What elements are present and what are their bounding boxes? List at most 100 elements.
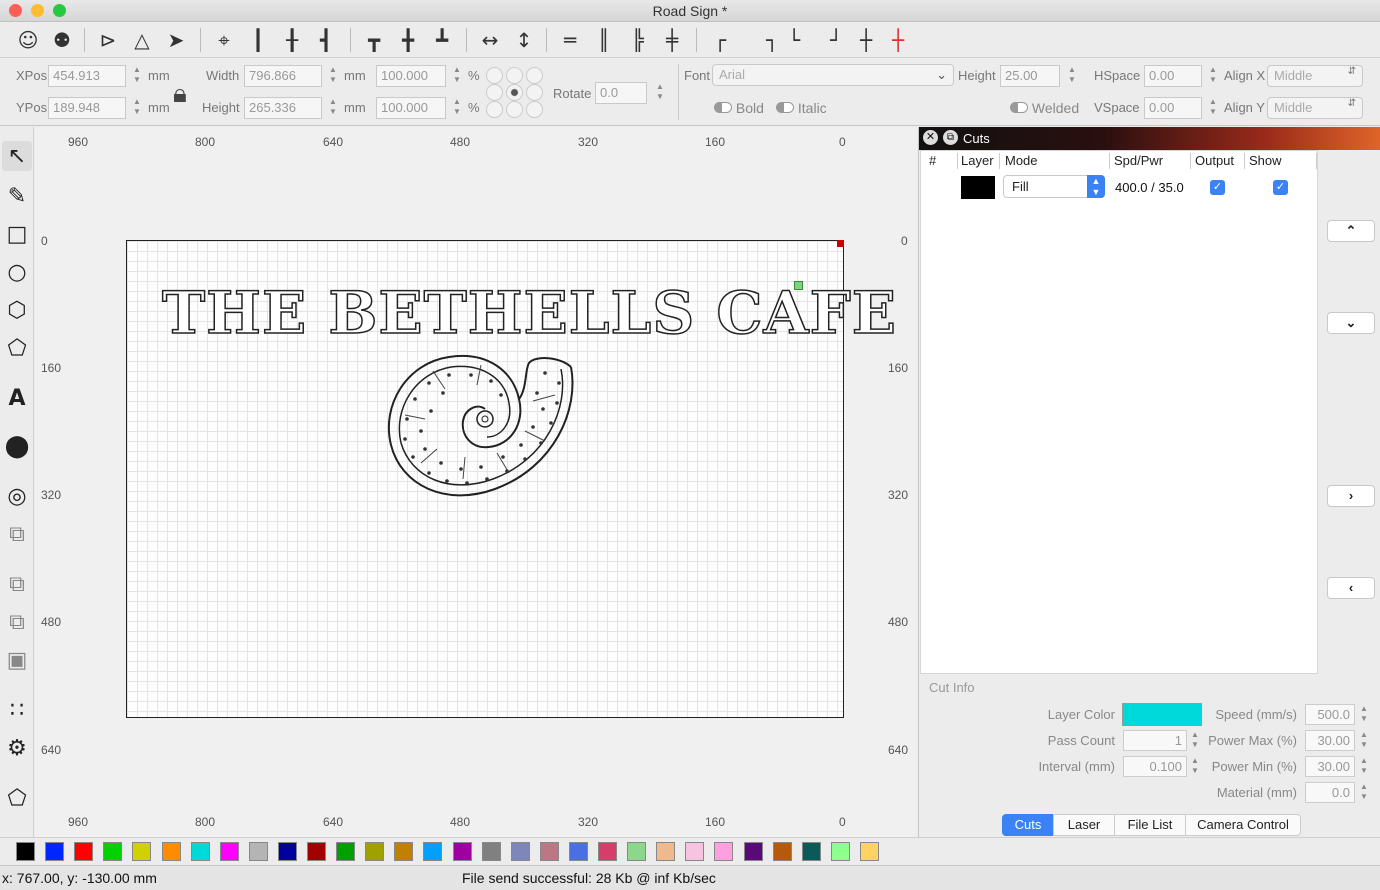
color-swatch[interactable] [627, 842, 647, 861]
lock-aspect-icon[interactable]: 🔒︎ [173, 78, 187, 110]
ypos-input[interactable]: 189.948 [48, 97, 126, 119]
anchor-bottom[interactable] [506, 101, 523, 118]
move-together-v-icon[interactable]: ║ [590, 26, 618, 54]
mirror-vertical-icon[interactable]: △ [128, 26, 156, 54]
color-swatch[interactable] [161, 842, 181, 861]
color-swatch[interactable] [772, 842, 792, 861]
vspace-input[interactable]: 0.00 [1144, 97, 1202, 119]
color-swatch[interactable] [656, 842, 676, 861]
ammonite-shell-graphic[interactable] [385, 349, 581, 501]
tab-file-list[interactable]: File List [1114, 814, 1186, 836]
color-swatch[interactable] [190, 842, 210, 861]
scale-width-stepper[interactable]: ▲ ▼ [452, 65, 462, 87]
output-checkbox[interactable]: ✓ [1210, 180, 1225, 195]
align-left-icon[interactable]: ┃ [244, 26, 272, 54]
welded-toggle[interactable]: Welded [1010, 100, 1079, 116]
same-height-icon[interactable]: ╪ [658, 26, 686, 54]
scale-height-input[interactable]: 100.000 [376, 97, 446, 119]
sign-text-object[interactable]: THE BETHELLS CAFE [161, 278, 897, 348]
mode-select[interactable]: Fill ▲ ▼ [1003, 175, 1105, 198]
color-swatch[interactable] [16, 842, 35, 861]
close-panel-icon[interactable]: ✕ [923, 130, 938, 145]
move-to-laser-icon[interactable]: ┼ [884, 26, 912, 54]
tab-camera-control[interactable]: Camera Control [1185, 814, 1301, 836]
move-together-h-icon[interactable]: ═ [556, 26, 584, 54]
speed-input[interactable]: 500.0 [1305, 704, 1355, 725]
circular-array-icon[interactable]: ⚙ [2, 733, 32, 763]
height-stepper[interactable]: ▲ ▼ [328, 97, 338, 119]
offset-shapes-icon[interactable]: ◎ [2, 481, 32, 511]
color-swatch[interactable] [394, 842, 414, 861]
scale-width-input[interactable]: 100.000 [376, 65, 446, 87]
power-min-stepper[interactable]: ▲ ▼ [1359, 756, 1369, 778]
tab-laser[interactable]: Laser [1053, 814, 1115, 836]
anchor-left[interactable] [486, 84, 503, 101]
workspace-bed[interactable]: THE BETHELLS CAFE [126, 240, 897, 718]
font-select[interactable]: Arial ⌄ [712, 64, 954, 86]
select-tool-icon[interactable]: ↖ [2, 141, 32, 171]
expand-right-button[interactable]: › [1327, 485, 1375, 507]
move-layer-down-button[interactable]: ⌄ [1327, 312, 1375, 334]
align-center-target-icon[interactable]: ⌖ [210, 26, 238, 54]
anchor-top[interactable] [506, 67, 523, 84]
color-swatch[interactable] [510, 842, 530, 861]
material-input[interactable]: 0.0 [1305, 782, 1355, 803]
distribute-h-icon[interactable]: ↔ [476, 26, 504, 54]
speed-stepper[interactable]: ▲ ▼ [1359, 704, 1369, 726]
power-min-input[interactable]: 30.00 [1305, 756, 1355, 777]
italic-toggle[interactable]: Italic [776, 100, 827, 116]
text-height-input[interactable]: 25.00 [1000, 65, 1060, 87]
node-edit-icon[interactable]: ⬠ [2, 783, 32, 813]
color-swatch[interactable] [74, 842, 94, 861]
rotate-stepper[interactable]: ▲ ▼ [655, 82, 665, 104]
color-swatch[interactable] [132, 842, 152, 861]
vspace-stepper[interactable]: ▲ ▼ [1208, 97, 1218, 119]
anchor-bottom-right[interactable] [526, 101, 543, 118]
align-right-icon[interactable]: ┫ [312, 26, 340, 54]
color-swatch[interactable] [452, 842, 472, 861]
table-row[interactable]: Fill ▲ ▼ 400.0 / 35.0 ✓ ✓ [921, 175, 1317, 201]
color-swatch[interactable] [248, 842, 268, 861]
color-swatch[interactable] [598, 842, 617, 861]
bold-toggle[interactable]: Bold [714, 100, 764, 116]
anchor-right[interactable] [526, 84, 543, 101]
move-layer-up-button[interactable]: ⌃ [1327, 220, 1375, 242]
anchor-bottom-left[interactable] [486, 101, 503, 118]
xpos-stepper[interactable]: ▲ ▼ [132, 65, 142, 87]
height-input[interactable]: 265.336 [244, 97, 322, 119]
text-height-stepper[interactable]: ▲ ▼ [1067, 65, 1077, 87]
polygon-tool-icon[interactable]: ⬡ [2, 295, 32, 325]
boolean-intersect-icon[interactable]: ⧉ [2, 607, 32, 637]
color-swatch[interactable] [277, 842, 297, 861]
anchor-center[interactable] [506, 84, 523, 101]
color-swatch[interactable] [219, 842, 239, 861]
mirror-horizontal-icon[interactable]: ⊳ [94, 26, 122, 54]
hspace-stepper[interactable]: ▲ ▼ [1208, 65, 1218, 87]
weld-icon[interactable]: ▣ [2, 645, 32, 675]
anchor-top-left[interactable] [486, 67, 503, 84]
interval-input[interactable]: 0.100 [1123, 756, 1187, 777]
color-swatch[interactable] [423, 842, 443, 861]
show-checkbox[interactable]: ✓ [1273, 180, 1288, 195]
aligny-select[interactable]: Middle ⇵ [1267, 97, 1363, 119]
hspace-input[interactable]: 0.00 [1144, 65, 1202, 87]
power-max-stepper[interactable]: ▲ ▼ [1359, 730, 1369, 752]
page-bottom-right-icon[interactable]: ┘ [822, 26, 850, 54]
align-v-center-icon[interactable]: ╋ [394, 26, 422, 54]
anchor-top-right[interactable] [526, 67, 543, 84]
layer-color-swatch[interactable] [961, 176, 995, 199]
color-swatch[interactable] [830, 842, 850, 861]
page-center-icon[interactable]: ┼ [852, 26, 880, 54]
group-icon[interactable]: ☺ [14, 26, 42, 54]
align-h-center-icon[interactable]: ╂ [278, 26, 306, 54]
color-swatch[interactable] [336, 842, 356, 861]
pen-tool-icon[interactable]: ✎ [2, 181, 32, 211]
xpos-input[interactable]: 454.913 [48, 65, 126, 87]
grid-array-icon[interactable]: ∷ [2, 695, 32, 725]
align-top-icon[interactable]: ┳ [360, 26, 388, 54]
float-panel-icon[interactable]: ⧉ [943, 130, 958, 145]
boolean-union-icon[interactable]: ⧉ [2, 519, 32, 549]
text-tool-icon[interactable]: A [2, 383, 32, 413]
page-top-left-icon[interactable]: ┌ [706, 26, 734, 54]
align-bottom-icon[interactable]: ┻ [428, 26, 456, 54]
